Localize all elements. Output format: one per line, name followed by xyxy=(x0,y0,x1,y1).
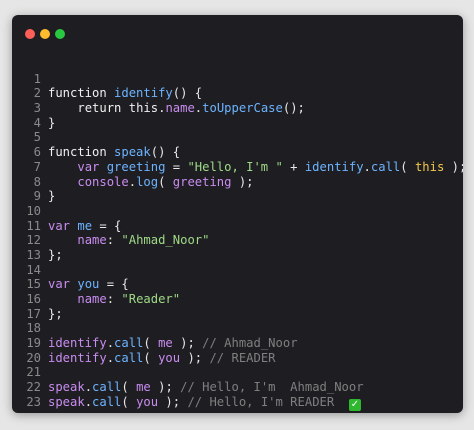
code-line-21: 21 speak.call( me ); // Hello, I'm Ahmad… xyxy=(12,351,463,394)
maximize-window-button[interactable] xyxy=(55,29,65,39)
code-line-6: 6 var greeting = "Hello, I'm " + identif… xyxy=(12,130,463,174)
code-line-23: 23 xyxy=(12,380,463,409)
code-line-10: 10 var me = { xyxy=(12,189,463,233)
code-line-8: 8 } xyxy=(12,160,463,204)
code-line-17: 17 xyxy=(12,292,463,321)
window-titlebar xyxy=(12,15,463,49)
line-number: 23 xyxy=(26,394,41,409)
code-line-20: 20 xyxy=(12,336,463,365)
code-line-2: 2 return this.name.toUpperCase(); xyxy=(12,72,463,115)
minimize-window-button[interactable] xyxy=(40,29,50,39)
code-line-15: 15 name: "Reader" xyxy=(12,263,463,306)
code-line-18: 18 identify.call( me ); // Ahmad_Noor xyxy=(12,307,463,350)
code-line-4: 4 xyxy=(12,101,463,130)
code-line-19: 19 identify.call( you ); // READER xyxy=(12,321,463,365)
code-line-13: 13 xyxy=(12,233,463,262)
code-line-14: 14 var you = { xyxy=(12,248,463,292)
code-line-11: 11 name: "Ahmad_Noor" xyxy=(12,204,463,248)
close-window-button[interactable] xyxy=(25,29,35,39)
code-line-5: 5 function speak() { xyxy=(12,116,463,159)
punctuation-token: ); xyxy=(158,394,188,409)
code-line-1: 1 function identify() { xyxy=(12,57,463,101)
method-token: call xyxy=(92,394,122,409)
check-mark-icon: ✓ xyxy=(348,398,361,411)
code-window: 1 function identify() { 2 return this.na… xyxy=(12,15,463,413)
code-line-9: 9 xyxy=(12,175,463,203)
code-line-3: 3 } xyxy=(12,86,463,130)
argument-token: you xyxy=(136,394,159,409)
code-line-12: 12 }; xyxy=(12,219,463,262)
comment-token: // Hello, I'm READER xyxy=(187,394,349,409)
code-editor: 1 function identify() { 2 return this.na… xyxy=(12,57,463,411)
code-line-7: 7 console.log( greeting ); xyxy=(12,145,463,189)
code-line-22: 22 speak.call( you ); // Hello, I'm READ… xyxy=(12,365,463,411)
punctuation-token: . xyxy=(84,394,93,409)
punctuation-token: ( xyxy=(121,394,137,409)
code-line-16: 16 }; xyxy=(12,277,463,321)
